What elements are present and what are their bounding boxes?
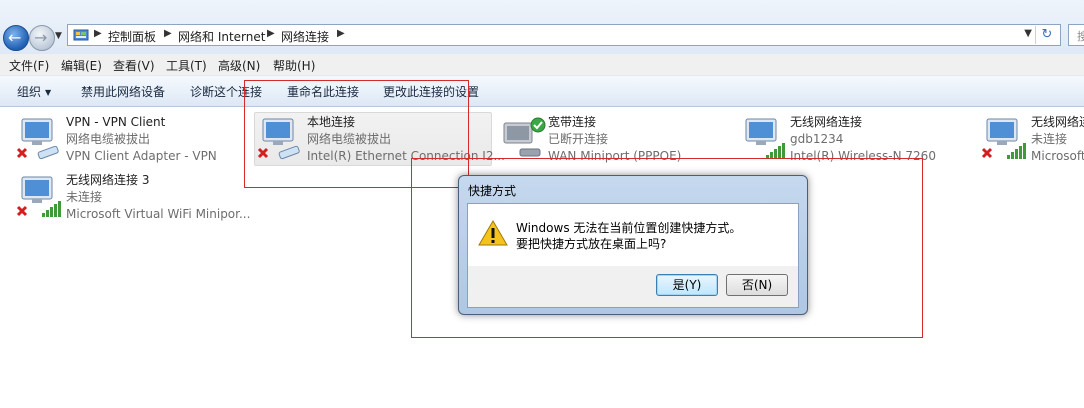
forward-arrow-icon: → — [34, 28, 48, 47]
connection-item-vpn[interactable]: VPN - VPN Client 网络电缆被拔出 VPN Client Adap… — [14, 113, 254, 165]
no-button[interactable]: 否(N) — [726, 274, 788, 296]
connection-text: VPN - VPN Client 网络电缆被拔出 VPN Client Adap… — [66, 114, 217, 165]
yes-button[interactable]: 是(Y) — [656, 274, 718, 296]
connection-name: 无线网络连接 — [790, 115, 863, 129]
wireless-adapter-icon — [745, 118, 785, 159]
connection-item-wireless-2[interactable]: 无线网络连 未连接 Microsoft — [979, 113, 1084, 165]
menu-help[interactable]: 帮助(H) — [273, 57, 315, 74]
network-adapter-icon — [16, 118, 59, 160]
disable-device-button[interactable]: 禁用此网络设备 — [81, 83, 165, 100]
connection-name: 无线网络连 — [1031, 115, 1084, 129]
dialog-title: 快捷方式 — [468, 184, 517, 198]
address-toolbar: ← → ▼ ▶ 控制面板 ▶ 网络和 Internet ▶ 网络连接 ▶ ▼ ↻… — [0, 0, 1084, 54]
connection-text: 无线网络连 未连接 Microsoft — [1031, 114, 1084, 165]
menu-view[interactable]: 查看(V) — [113, 57, 155, 74]
warning-icon — [478, 220, 508, 246]
dialog-message-line1: Windows 无法在当前位置创建快捷方式。 — [516, 221, 742, 235]
menu-file[interactable]: 文件(F) — [9, 57, 49, 74]
breadcrumb-separator-icon: ▶ — [94, 28, 102, 39]
breadcrumb-separator-icon[interactable]: ▶ — [164, 28, 172, 39]
dialog-body: Windows 无法在当前位置创建快捷方式。 要把快捷方式放在桌面上吗? 是(Y… — [467, 203, 799, 308]
search-placeholder: 搜 — [1077, 30, 1084, 43]
connection-device: Microsoft Virtual WiFi Minipor... — [66, 207, 251, 221]
refresh-icon[interactable]: ↻ — [1035, 26, 1058, 44]
address-dropdown-icon[interactable]: ▼ — [1024, 28, 1032, 39]
menu-edit[interactable]: 编辑(E) — [61, 57, 102, 74]
organize-label: 组织 — [17, 85, 42, 99]
connection-text: 无线网络连接 3 未连接 Microsoft Virtual WiFi Mini… — [66, 172, 250, 223]
connection-device: VPN Client Adapter - VPN — [66, 149, 217, 163]
command-bar: 组织 ▼ 禁用此网络设备 诊断这个连接 重命名此连接 更改此连接的设置 — [0, 76, 1084, 107]
broadband-connection-icon — [503, 117, 546, 157]
connection-status: 未连接 — [1031, 132, 1068, 146]
dialog-message-area: Windows 无法在当前位置创建快捷方式。 要把快捷方式放在桌面上吗? — [468, 204, 798, 266]
connection-status: 未连接 — [66, 190, 103, 204]
dialog-message: Windows 无法在当前位置创建快捷方式。 要把快捷方式放在桌面上吗? — [516, 220, 741, 252]
breadcrumb-network-connections[interactable]: 网络连接 — [281, 28, 329, 45]
connection-name: 宽带连接 — [548, 115, 597, 129]
connection-status: gdb1234 — [790, 132, 844, 146]
dialog-message-line2: 要把快捷方式放在桌面上吗? — [516, 237, 667, 251]
wireless-adapter-icon — [16, 176, 61, 217]
chevron-down-icon: ▼ — [45, 88, 52, 97]
recent-pages-chevron-icon[interactable]: ▼ — [55, 31, 62, 41]
connection-status: 已断开连接 — [548, 132, 609, 146]
menu-tools[interactable]: 工具(T) — [166, 57, 207, 74]
search-input[interactable]: 搜 — [1068, 24, 1084, 46]
forward-button[interactable]: → — [29, 25, 55, 51]
breadcrumb-separator-icon[interactable]: ▶ — [267, 28, 275, 39]
connection-item-wireless-3[interactable]: 无线网络连接 3 未连接 Microsoft Virtual WiFi Mini… — [14, 171, 254, 223]
shortcut-dialog: 快捷方式 Windows 无法在当前位置创建快捷方式。 要把快捷方式放在桌面上吗… — [458, 175, 808, 315]
connection-device: Microsoft — [1031, 149, 1084, 163]
organize-button[interactable]: 组织 ▼ — [17, 83, 51, 100]
control-panel-icon — [73, 29, 89, 41]
breadcrumb-separator-icon[interactable]: ▶ — [337, 28, 345, 39]
back-arrow-icon: ← — [8, 28, 22, 47]
back-button[interactable]: ← — [3, 25, 29, 51]
breadcrumb-control-panel[interactable]: 控制面板 — [108, 28, 156, 45]
menu-advanced[interactable]: 高级(N) — [218, 57, 260, 74]
breadcrumb-network-internet[interactable]: 网络和 Internet — [178, 28, 265, 45]
wireless-adapter-icon — [981, 118, 1026, 159]
connection-status: 网络电缆被拔出 — [66, 132, 151, 146]
address-bar[interactable]: ▶ 控制面板 ▶ 网络和 Internet ▶ 网络连接 ▶ ▼ ↻ — [67, 24, 1061, 46]
menu-bar: 文件(F) 编辑(E) 查看(V) 工具(T) 高级(N) 帮助(H) — [0, 54, 1084, 76]
connection-name: VPN - VPN Client — [66, 115, 166, 129]
connection-name: 无线网络连接 3 — [66, 173, 150, 187]
